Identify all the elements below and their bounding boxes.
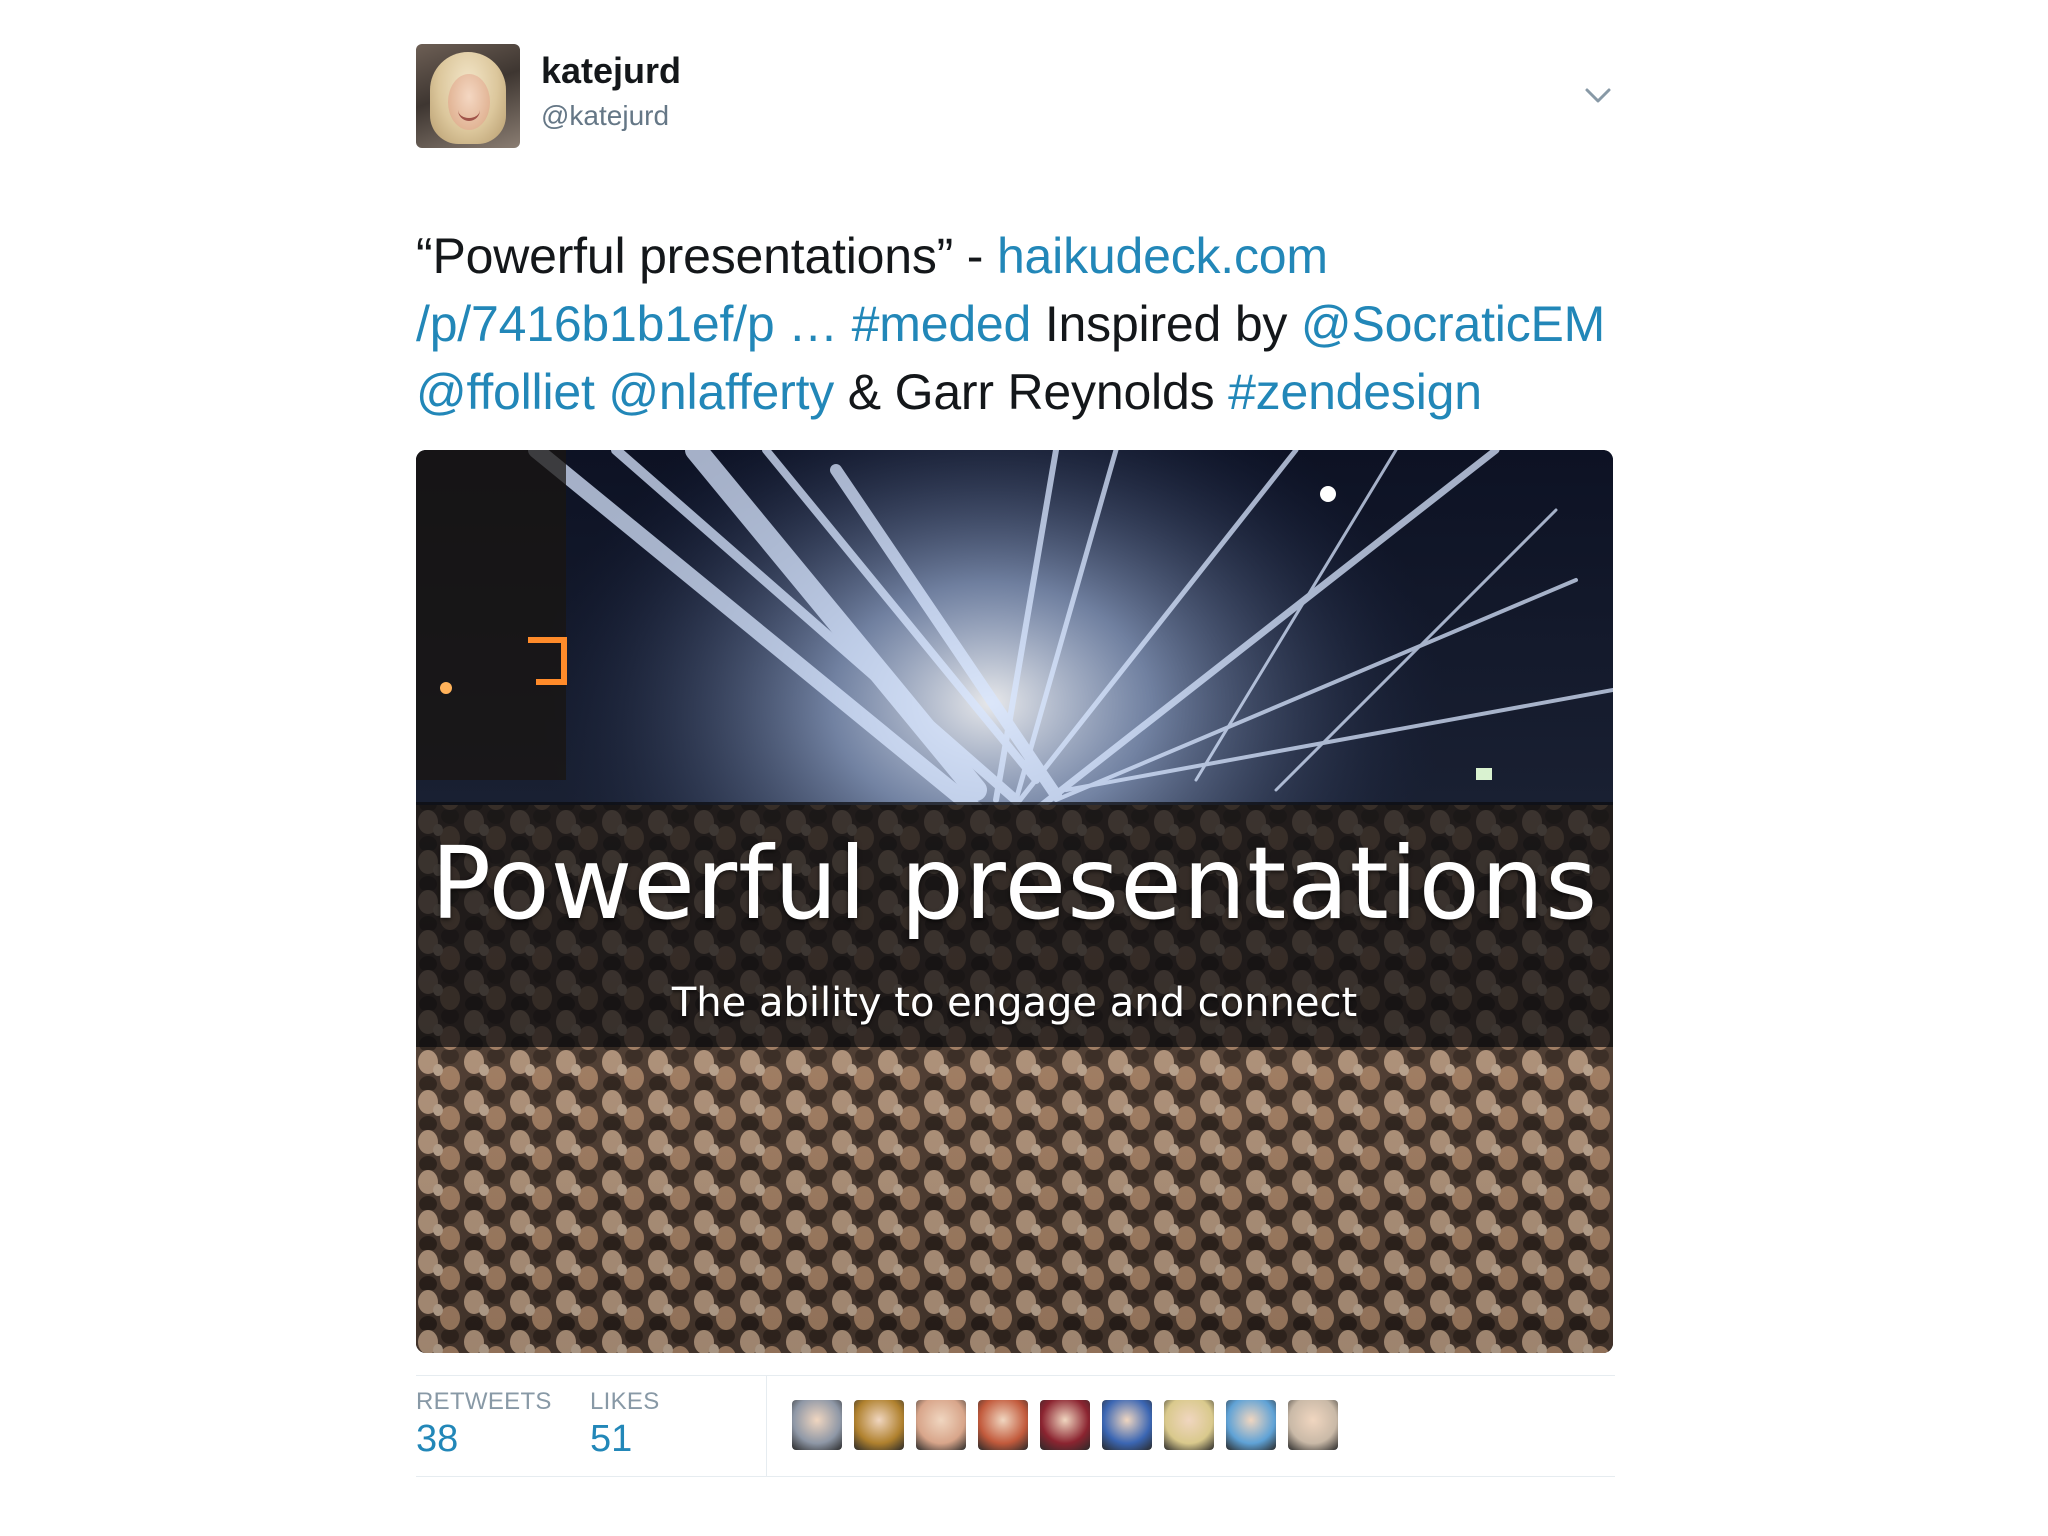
stats-divider [766,1376,767,1476]
mention-link[interactable]: @nlafferty [608,364,834,420]
liker-avatar-1[interactable] [792,1400,842,1450]
tweet-header: katejurd @katejurd [416,44,1615,148]
hashtag-link[interactable]: #meded [852,296,1032,352]
liker-avatar-9[interactable] [1288,1400,1338,1450]
liker-avatar-5[interactable] [1040,1400,1090,1450]
likes-stat[interactable]: LIKES 51 [590,1388,660,1461]
retweets-stat[interactable]: RETWEETS 38 [416,1388,552,1461]
mention-link[interactable]: @ffolliet [416,364,595,420]
liker-avatar-2[interactable] [854,1400,904,1450]
display-name[interactable]: katejurd [541,50,681,92]
liker-avatar-7[interactable] [1164,1400,1214,1450]
tweet-card: katejurd @katejurd “Powerful presentatio… [416,44,1615,1477]
tweet-stats: RETWEETS 38 LIKES 51 [416,1375,1615,1477]
tweet-text-segment [838,296,852,352]
hashtag-link[interactable]: #zendesign [1228,364,1482,420]
tweet-text-segment: “Powerful presentations” - [416,228,997,284]
liker-avatar-3[interactable] [916,1400,966,1450]
likes-count: 51 [590,1418,633,1460]
liker-avatar-8[interactable] [1226,1400,1276,1450]
retweets-label: RETWEETS [416,1388,552,1415]
media-title: Powerful presentations [430,825,1599,942]
tweet-text: “Powerful presentations” - haikudeck.com… [416,222,1615,426]
liker-avatar-6[interactable] [1102,1400,1152,1450]
media-subtitle: The ability to engage and connect [671,980,1358,1026]
profile-avatar[interactable] [416,44,520,148]
tweet-media-image[interactable]: Powerful presentations The ability to en… [416,450,1613,1353]
mention-link[interactable]: @SocraticEM [1301,296,1605,352]
tweet-text-segment [595,364,609,420]
retweets-count: 38 [416,1418,459,1460]
tweet-text-segment: & Garr Reynolds [834,364,1229,420]
liker-avatar-4[interactable] [978,1400,1028,1450]
avatar-face [448,74,490,130]
likes-label: LIKES [590,1388,660,1415]
username[interactable]: @katejurd [541,100,669,132]
chevron-down-icon[interactable] [1583,84,1613,108]
tweet-text-segment: Inspired by [1031,296,1301,352]
